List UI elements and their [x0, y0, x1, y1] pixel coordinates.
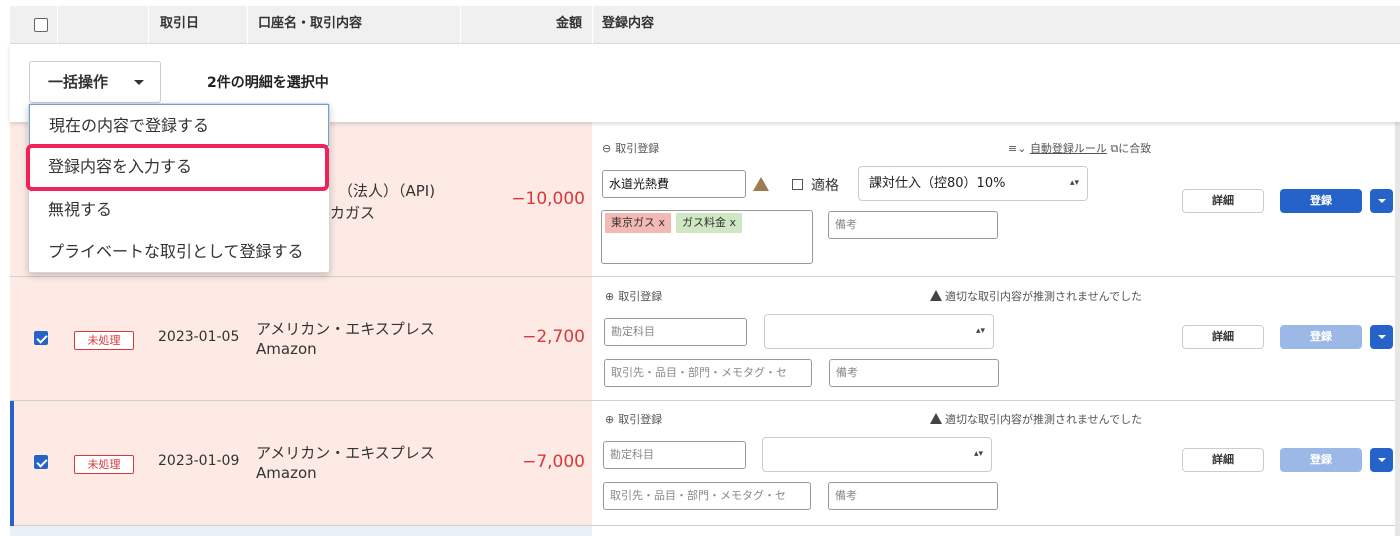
qualified-checkbox[interactable]: 適格	[792, 175, 839, 195]
account-field[interactable]: 勘定科目	[603, 441, 746, 469]
amount: −2,700	[522, 327, 585, 347]
selected-count: 2件の明細を選択中	[207, 75, 329, 91]
detail-button[interactable]: 詳細	[1182, 189, 1264, 213]
selected-row-indicator	[10, 401, 14, 526]
amount: −10,000	[511, 189, 585, 209]
row-checkbox[interactable]	[34, 455, 48, 469]
account-field[interactable]: 勘定科目	[604, 318, 747, 346]
register-dropdown-button[interactable]	[1370, 448, 1393, 472]
memo-field[interactable]: 備考	[828, 482, 998, 510]
register-button[interactable]: 登録	[1280, 325, 1362, 349]
detail-button[interactable]: 詳細	[1182, 448, 1264, 472]
plus-circle-icon: ⊕	[605, 413, 615, 426]
warning-icon	[930, 290, 942, 301]
status-badge: 未処理	[74, 455, 134, 474]
warning-icon	[930, 413, 942, 424]
header-amount[interactable]: 金額	[556, 6, 582, 44]
header-account[interactable]: 口座名・取引内容	[258, 6, 362, 44]
tax-select[interactable]: ▴▾	[764, 314, 994, 349]
warning-text: 適切な取引内容が推測されませんでした	[930, 288, 1142, 304]
account-name-line2: Amazon	[256, 464, 317, 482]
transactions-screen: 取引日 口座名・取引内容 金額 登録内容 （法人）（API) カガス −10,0…	[0, 0, 1400, 536]
rule-suffix: に合致	[1118, 142, 1152, 155]
table-row	[10, 526, 592, 536]
menu-item-register-current[interactable]: 現在の内容で登録する	[29, 104, 329, 146]
bulk-action-menu: 現在の内容で登録する 登録内容を入力する 無視する プライベートな取引として登録…	[26, 103, 330, 273]
menu-item-ignore[interactable]: 無視する	[29, 189, 329, 231]
section-toggle[interactable]: ⊕ 取引登録	[605, 288, 662, 304]
warning-icon	[753, 176, 769, 195]
select-all-checkbox[interactable]	[34, 18, 48, 32]
warning-message: 適切な取引内容が推測されませんでした	[945, 290, 1143, 303]
amount: −7,000	[522, 452, 585, 472]
partner-field[interactable]: 取引先・品目・部門・メモタグ・セ	[603, 482, 811, 510]
register-dropdown-button[interactable]	[1370, 325, 1393, 349]
select-arrows-icon: ▴▾	[973, 449, 983, 459]
table-header: 取引日 口座名・取引内容 金額 登録内容	[10, 6, 1400, 44]
section-label: 取引登録	[615, 142, 660, 155]
account-name-line1: アメリカン・エキスプレス	[256, 444, 435, 462]
account-field[interactable]: 水道光熱費	[602, 170, 746, 198]
account-name-line1: （法人）（API)	[338, 182, 436, 200]
table-row: 未処理 2023-01-09 アメリカン・エキスプレス Amazon −7,00…	[10, 401, 1400, 526]
select-arrows-icon: ▴▾	[975, 326, 985, 336]
transaction-date: 2023-01-09	[158, 453, 240, 469]
warning-message: 適切な取引内容が推測されませんでした	[945, 413, 1143, 426]
menu-item-register-private[interactable]: プライベートな取引として登録する	[29, 231, 329, 273]
warning-text: 適切な取引内容が推測されませんでした	[930, 411, 1142, 427]
memo-field[interactable]: 備考	[828, 211, 998, 239]
caret-down-icon	[134, 80, 144, 85]
account-name-line2: カガス	[330, 204, 376, 222]
register-dropdown-button[interactable]	[1370, 189, 1393, 213]
select-arrows-icon: ▴▾	[1069, 178, 1079, 188]
tag-chip[interactable]: 東京ガス x	[605, 213, 672, 233]
bulk-action-button[interactable]: 一括操作	[29, 61, 161, 103]
header-registration: 登録内容	[602, 16, 655, 31]
account-name-line2: Amazon	[256, 340, 317, 358]
section-toggle[interactable]: ⊖ 取引登録	[602, 140, 659, 156]
checkbox-box	[792, 179, 803, 190]
header-date[interactable]: 取引日	[160, 6, 199, 44]
tag-input[interactable]: 東京ガス x ガス料金 x	[601, 210, 813, 264]
section-toggle[interactable]: ⊕ 取引登録	[605, 411, 662, 427]
memo-field[interactable]: 備考	[829, 359, 999, 387]
tax-select[interactable]: 課対仕入（控80）10% ▴▾	[858, 166, 1088, 201]
tax-select[interactable]: ▴▾	[762, 437, 992, 472]
account-name-line1: アメリカン・エキスプレス	[256, 320, 435, 338]
auto-rule-text: ≡⌄ 自動登録ルール ⧉に合致	[1008, 140, 1151, 156]
partner-field[interactable]: 取引先・品目・部門・メモタグ・セ	[604, 359, 812, 387]
auto-rule-link[interactable]: 自動登録ルール	[1030, 142, 1107, 155]
minus-circle-icon: ⊖	[602, 142, 612, 155]
section-label: 取引登録	[618, 413, 663, 426]
tax-select-value: 課対仕入（控80）10%	[869, 176, 1006, 191]
qualified-label: 適格	[811, 178, 839, 194]
detail-button[interactable]: 詳細	[1182, 325, 1264, 349]
plus-circle-icon: ⊕	[605, 290, 615, 303]
transaction-date: 2023-01-05	[158, 329, 240, 345]
bulk-action-label: 一括操作	[48, 73, 109, 91]
highlight-box	[26, 144, 329, 191]
row-checkbox[interactable]	[34, 331, 48, 345]
table-row: 未処理 2023-01-05 アメリカン・エキスプレス Amazon −2,70…	[10, 277, 1400, 401]
tag-chip[interactable]: ガス料金 x	[676, 213, 743, 233]
register-button[interactable]: 登録	[1280, 189, 1362, 213]
register-button[interactable]: 登録	[1280, 448, 1362, 472]
status-badge: 未処理	[74, 331, 134, 350]
section-label: 取引登録	[618, 290, 663, 303]
rule-list-icon: ≡⌄	[1008, 142, 1027, 155]
